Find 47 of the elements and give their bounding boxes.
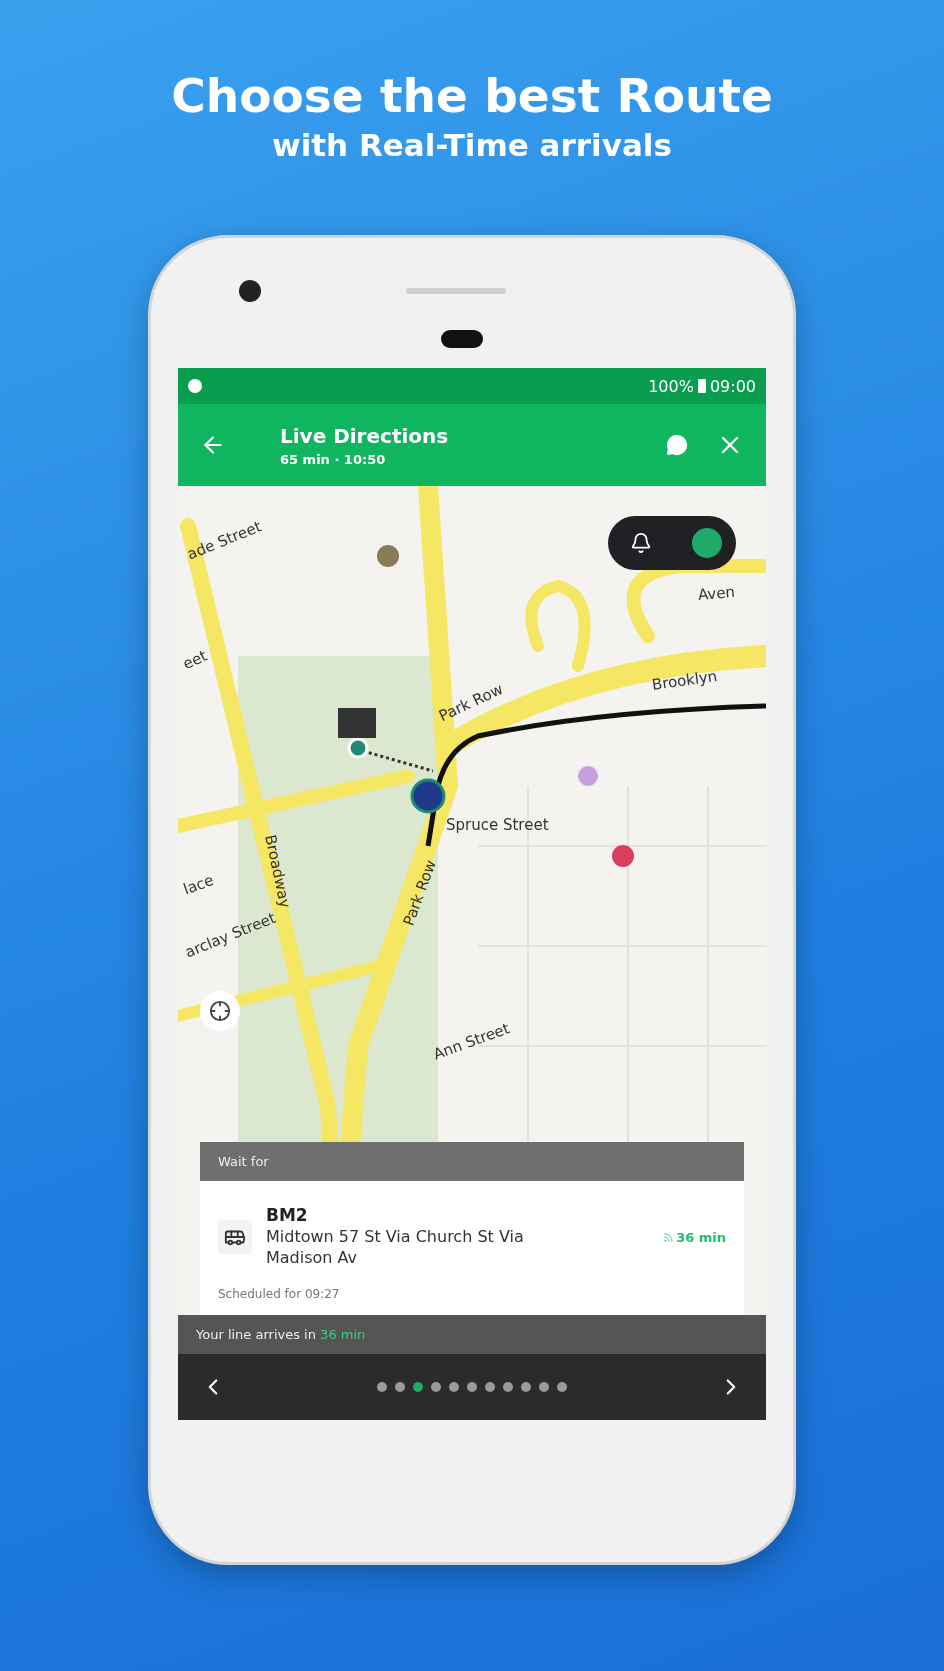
wait-header: Wait for	[200, 1142, 744, 1182]
alert-toggle[interactable]	[608, 516, 736, 570]
headline-subtitle: with Real-Time arrivals	[272, 127, 672, 163]
step-dot[interactable]	[395, 1382, 405, 1392]
toggle-knob	[692, 528, 722, 558]
street-label: Park Row	[436, 679, 506, 726]
step-dot[interactable]	[485, 1382, 495, 1392]
step-dot[interactable]	[557, 1382, 567, 1392]
camera-icon	[239, 280, 261, 302]
street-label: Park Row	[399, 857, 440, 929]
battery-level: 100%	[648, 376, 694, 396]
step-dot[interactable]	[467, 1382, 477, 1392]
street-label: Brooklyn	[650, 666, 719, 694]
bus-icon	[218, 1220, 252, 1255]
locate-button[interactable]	[200, 991, 240, 1031]
step-dot[interactable]	[413, 1382, 423, 1392]
step-dot[interactable]	[377, 1382, 387, 1392]
street-label: Ann Street	[430, 1019, 512, 1064]
scheduled-time: Scheduled for 09:27	[218, 1287, 341, 1301]
headline-title: Choose the best Route	[171, 68, 773, 123]
notification-icon	[188, 379, 202, 393]
step-dot[interactable]	[539, 1382, 549, 1392]
street-label: Broadway	[261, 833, 295, 910]
bell-icon	[630, 532, 652, 554]
street-label: lace	[180, 871, 217, 899]
step-dot[interactable]	[521, 1382, 531, 1392]
trip-summary: 65 min · 10:50	[280, 451, 387, 467]
locate-icon	[209, 1000, 231, 1022]
line-name: BM2	[266, 1205, 309, 1226]
street-label: eet	[180, 646, 210, 674]
street-label: Aven	[697, 582, 736, 604]
street-label: arclay Street	[182, 908, 279, 962]
street-label: Spruce Street	[446, 816, 549, 834]
battery-icon	[697, 379, 706, 393]
line-destination: Midtown 57 St Via Church St Via Madison Av	[266, 1227, 525, 1269]
sensor-icon	[441, 330, 483, 348]
screen-title: Live Directions	[280, 423, 450, 448]
clock-time: 09:00	[709, 376, 756, 396]
speaker-icon	[406, 288, 506, 294]
speech-bubble-icon	[666, 434, 688, 456]
arrival-banner: Your line arrives in 36 min	[178, 1315, 766, 1354]
realtime-eta: 36 min	[663, 1229, 726, 1245]
step-dot[interactable]	[503, 1382, 513, 1392]
street-label: ade Street	[184, 517, 264, 564]
step-dot[interactable]	[449, 1382, 459, 1392]
step-dot[interactable]	[431, 1382, 441, 1392]
realtime-icon	[663, 1231, 675, 1243]
